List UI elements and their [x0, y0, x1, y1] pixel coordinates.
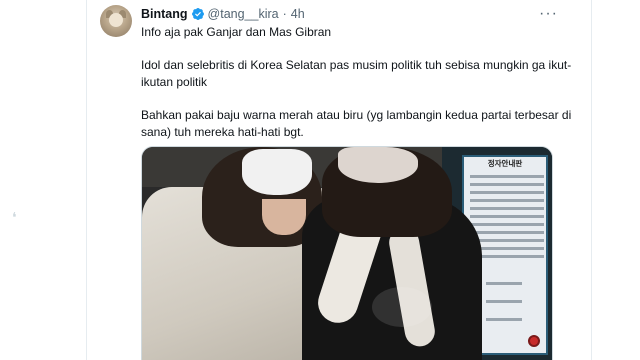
- timestamp[interactable]: 4h: [291, 7, 305, 21]
- display-name[interactable]: Bintang: [141, 7, 188, 21]
- sign-red-button: [528, 335, 540, 347]
- tweet-text-line-1: Info aja pak Ganjar dan Mas Gibran: [141, 25, 332, 39]
- tweet-photo[interactable]: 정자안내판: [141, 146, 553, 360]
- left-edge: ❛: [0, 0, 34, 360]
- user-handle[interactable]: @tang__kira: [208, 7, 279, 21]
- tweet[interactable]: Bintang @tang__kira · 4h ··· Info aja pa…: [87, 0, 591, 360]
- sign-icons: [472, 277, 542, 331]
- avatar[interactable]: [100, 5, 132, 37]
- tweet-text-paragraph-2: Idol dan selebritis di Korea Selatan pas…: [141, 58, 572, 89]
- person-right-mask: [338, 147, 418, 183]
- column-border-right: [591, 0, 592, 360]
- tweet-header: Bintang @tang__kira · 4h: [141, 5, 305, 23]
- left-quote-mark: ❛: [12, 209, 17, 225]
- coat-shine: [372, 287, 432, 327]
- sign-title: 정자안내판: [487, 159, 523, 168]
- more-options-icon[interactable]: ···: [539, 5, 558, 23]
- separator-dot: ·: [282, 7, 287, 21]
- person-left-mask: [242, 149, 312, 195]
- tweet-text-paragraph-3: Bahkan pakai baju warna merah atau biru …: [141, 108, 572, 139]
- verified-badge-icon: [191, 8, 204, 20]
- person-left-neck: [262, 199, 306, 235]
- avatar-face: [109, 13, 123, 27]
